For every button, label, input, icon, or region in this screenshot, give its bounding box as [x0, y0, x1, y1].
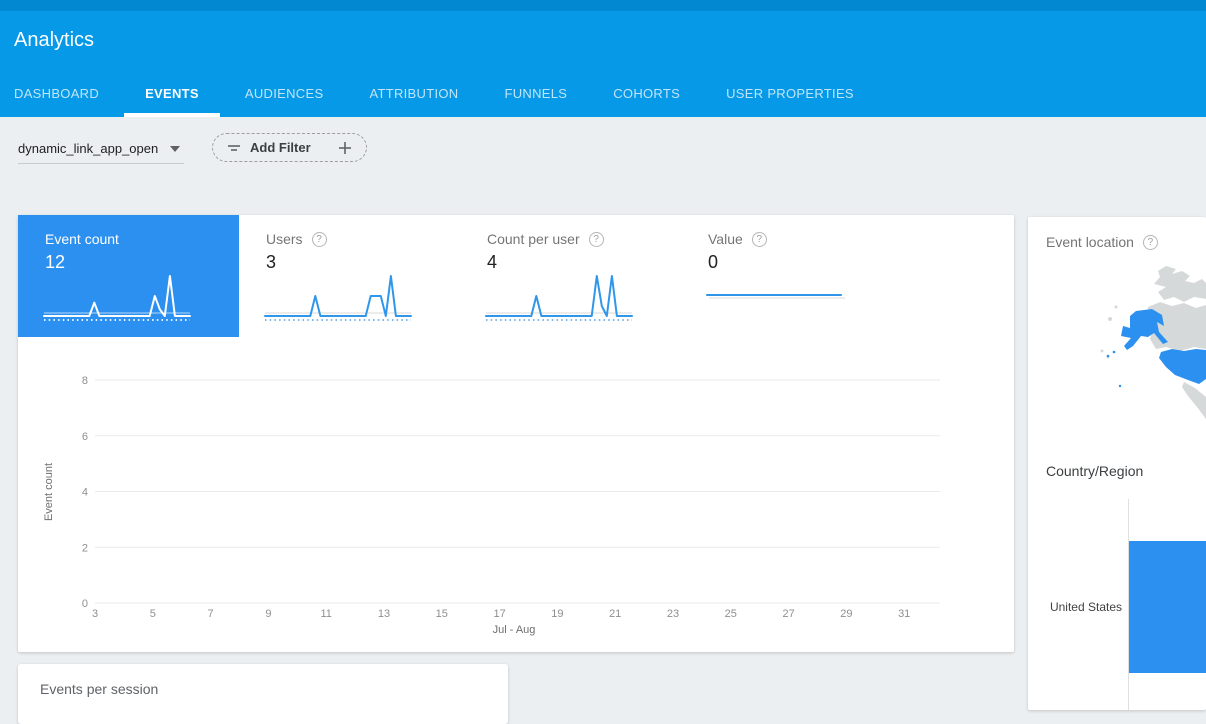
- event-selector-value: dynamic_link_app_open: [18, 141, 158, 156]
- metric-card-value: 3: [266, 252, 460, 273]
- event-location-panel: Event location ? Country/Region United S…: [1028, 217, 1206, 710]
- svg-text:17: 17: [493, 608, 505, 620]
- app-header: Analytics DASHBOARD EVENTS AUDIENCES ATT…: [0, 11, 1206, 117]
- country-region-header: Country/Region: [1046, 463, 1143, 479]
- svg-text:31: 31: [898, 608, 910, 620]
- count-per-user-sparkline: [486, 271, 632, 323]
- tab-user-properties[interactable]: USER PROPERTIES: [726, 86, 854, 117]
- event-selector[interactable]: dynamic_link_app_open: [18, 134, 184, 164]
- svg-text:0: 0: [82, 598, 88, 610]
- svg-text:2: 2: [82, 542, 88, 554]
- metric-card-value: 0: [708, 252, 902, 273]
- add-filter-button[interactable]: Add Filter: [212, 133, 367, 162]
- svg-text:3: 3: [92, 608, 98, 620]
- event-overview-panel: Event count 12 Users ? 3 Count per user …: [18, 215, 1014, 652]
- svg-text:11: 11: [320, 608, 331, 620]
- help-icon[interactable]: ?: [589, 232, 604, 247]
- filter-bar: dynamic_link_app_open Add Filter: [0, 117, 1206, 187]
- metric-card-title: Value: [708, 231, 743, 247]
- add-filter-label: Add Filter: [250, 140, 311, 155]
- svg-text:25: 25: [725, 608, 737, 620]
- help-icon[interactable]: ?: [312, 232, 327, 247]
- country-bar: [1129, 541, 1206, 673]
- tab-cohorts[interactable]: COHORTS: [613, 86, 680, 117]
- metric-card-title: Users: [266, 231, 303, 247]
- filter-list-icon: [227, 143, 241, 153]
- svg-text:Event count: Event count: [43, 463, 55, 521]
- users-sparkline: [265, 271, 411, 323]
- help-icon[interactable]: ?: [752, 232, 767, 247]
- svg-text:19: 19: [551, 608, 563, 620]
- metric-card-title: Event count: [45, 231, 119, 247]
- svg-text:4: 4: [82, 487, 88, 499]
- svg-text:23: 23: [667, 608, 679, 620]
- svg-text:9: 9: [265, 608, 271, 620]
- svg-text:27: 27: [782, 608, 794, 620]
- metric-card-event-count[interactable]: Event count 12: [18, 215, 239, 337]
- event-location-title: Event location: [1046, 234, 1134, 250]
- svg-text:21: 21: [609, 608, 621, 620]
- event-count-line-chart[interactable]: 0 2 4 6 8 3 5 7 9 11 13 15 17 19 21 23 25 27 29 31 Jul - Aug…: [18, 340, 1014, 640]
- tab-audiences[interactable]: AUDIENCES: [245, 86, 324, 117]
- arctic-islands: [1154, 266, 1206, 302]
- metric-card-title: Count per user: [487, 231, 580, 247]
- window-top-strip: [0, 0, 1206, 11]
- chevron-down-icon: [170, 146, 180, 152]
- svg-text:13: 13: [378, 608, 390, 620]
- svg-text:15: 15: [436, 608, 448, 620]
- svg-text:8: 8: [82, 375, 88, 387]
- united-states: [1159, 349, 1206, 384]
- metric-card-users[interactable]: Users ? 3: [239, 215, 460, 337]
- tab-bar: DASHBOARD EVENTS AUDIENCES ATTRIBUTION F…: [14, 86, 900, 117]
- plus-icon: [338, 141, 352, 155]
- metric-card-value: 12: [45, 252, 239, 273]
- north-america-map: [1058, 259, 1206, 449]
- tab-funnels[interactable]: FUNNELS: [504, 86, 567, 117]
- metric-card-count-per-user[interactable]: Count per user ? 4: [460, 215, 681, 337]
- svg-text:29: 29: [840, 608, 852, 620]
- page-title: Analytics: [14, 29, 94, 52]
- country-label: United States: [1028, 600, 1122, 614]
- svg-text:7: 7: [208, 608, 214, 620]
- events-per-session-panel: Events per session: [18, 664, 508, 724]
- metric-card-value: 4: [487, 252, 681, 273]
- analytics-screen: Analytics DASHBOARD EVENTS AUDIENCES ATT…: [0, 0, 1206, 710]
- tab-events[interactable]: EVENTS: [145, 86, 199, 117]
- tab-dashboard[interactable]: DASHBOARD: [14, 86, 99, 117]
- svg-text:Jul - Aug: Jul - Aug: [493, 624, 536, 636]
- mexico: [1182, 382, 1206, 419]
- metric-cards-row: Event count 12 Users ? 3 Count per user …: [18, 215, 902, 337]
- event-count-sparkline: [44, 271, 190, 323]
- tab-attribution[interactable]: ATTRIBUTION: [369, 86, 458, 117]
- svg-text:6: 6: [82, 431, 88, 443]
- events-per-session-title: Events per session: [40, 681, 158, 697]
- help-icon[interactable]: ?: [1143, 235, 1158, 250]
- svg-text:5: 5: [150, 608, 156, 620]
- value-sparkline: [707, 271, 853, 323]
- metric-card-value[interactable]: Value ? 0: [681, 215, 902, 337]
